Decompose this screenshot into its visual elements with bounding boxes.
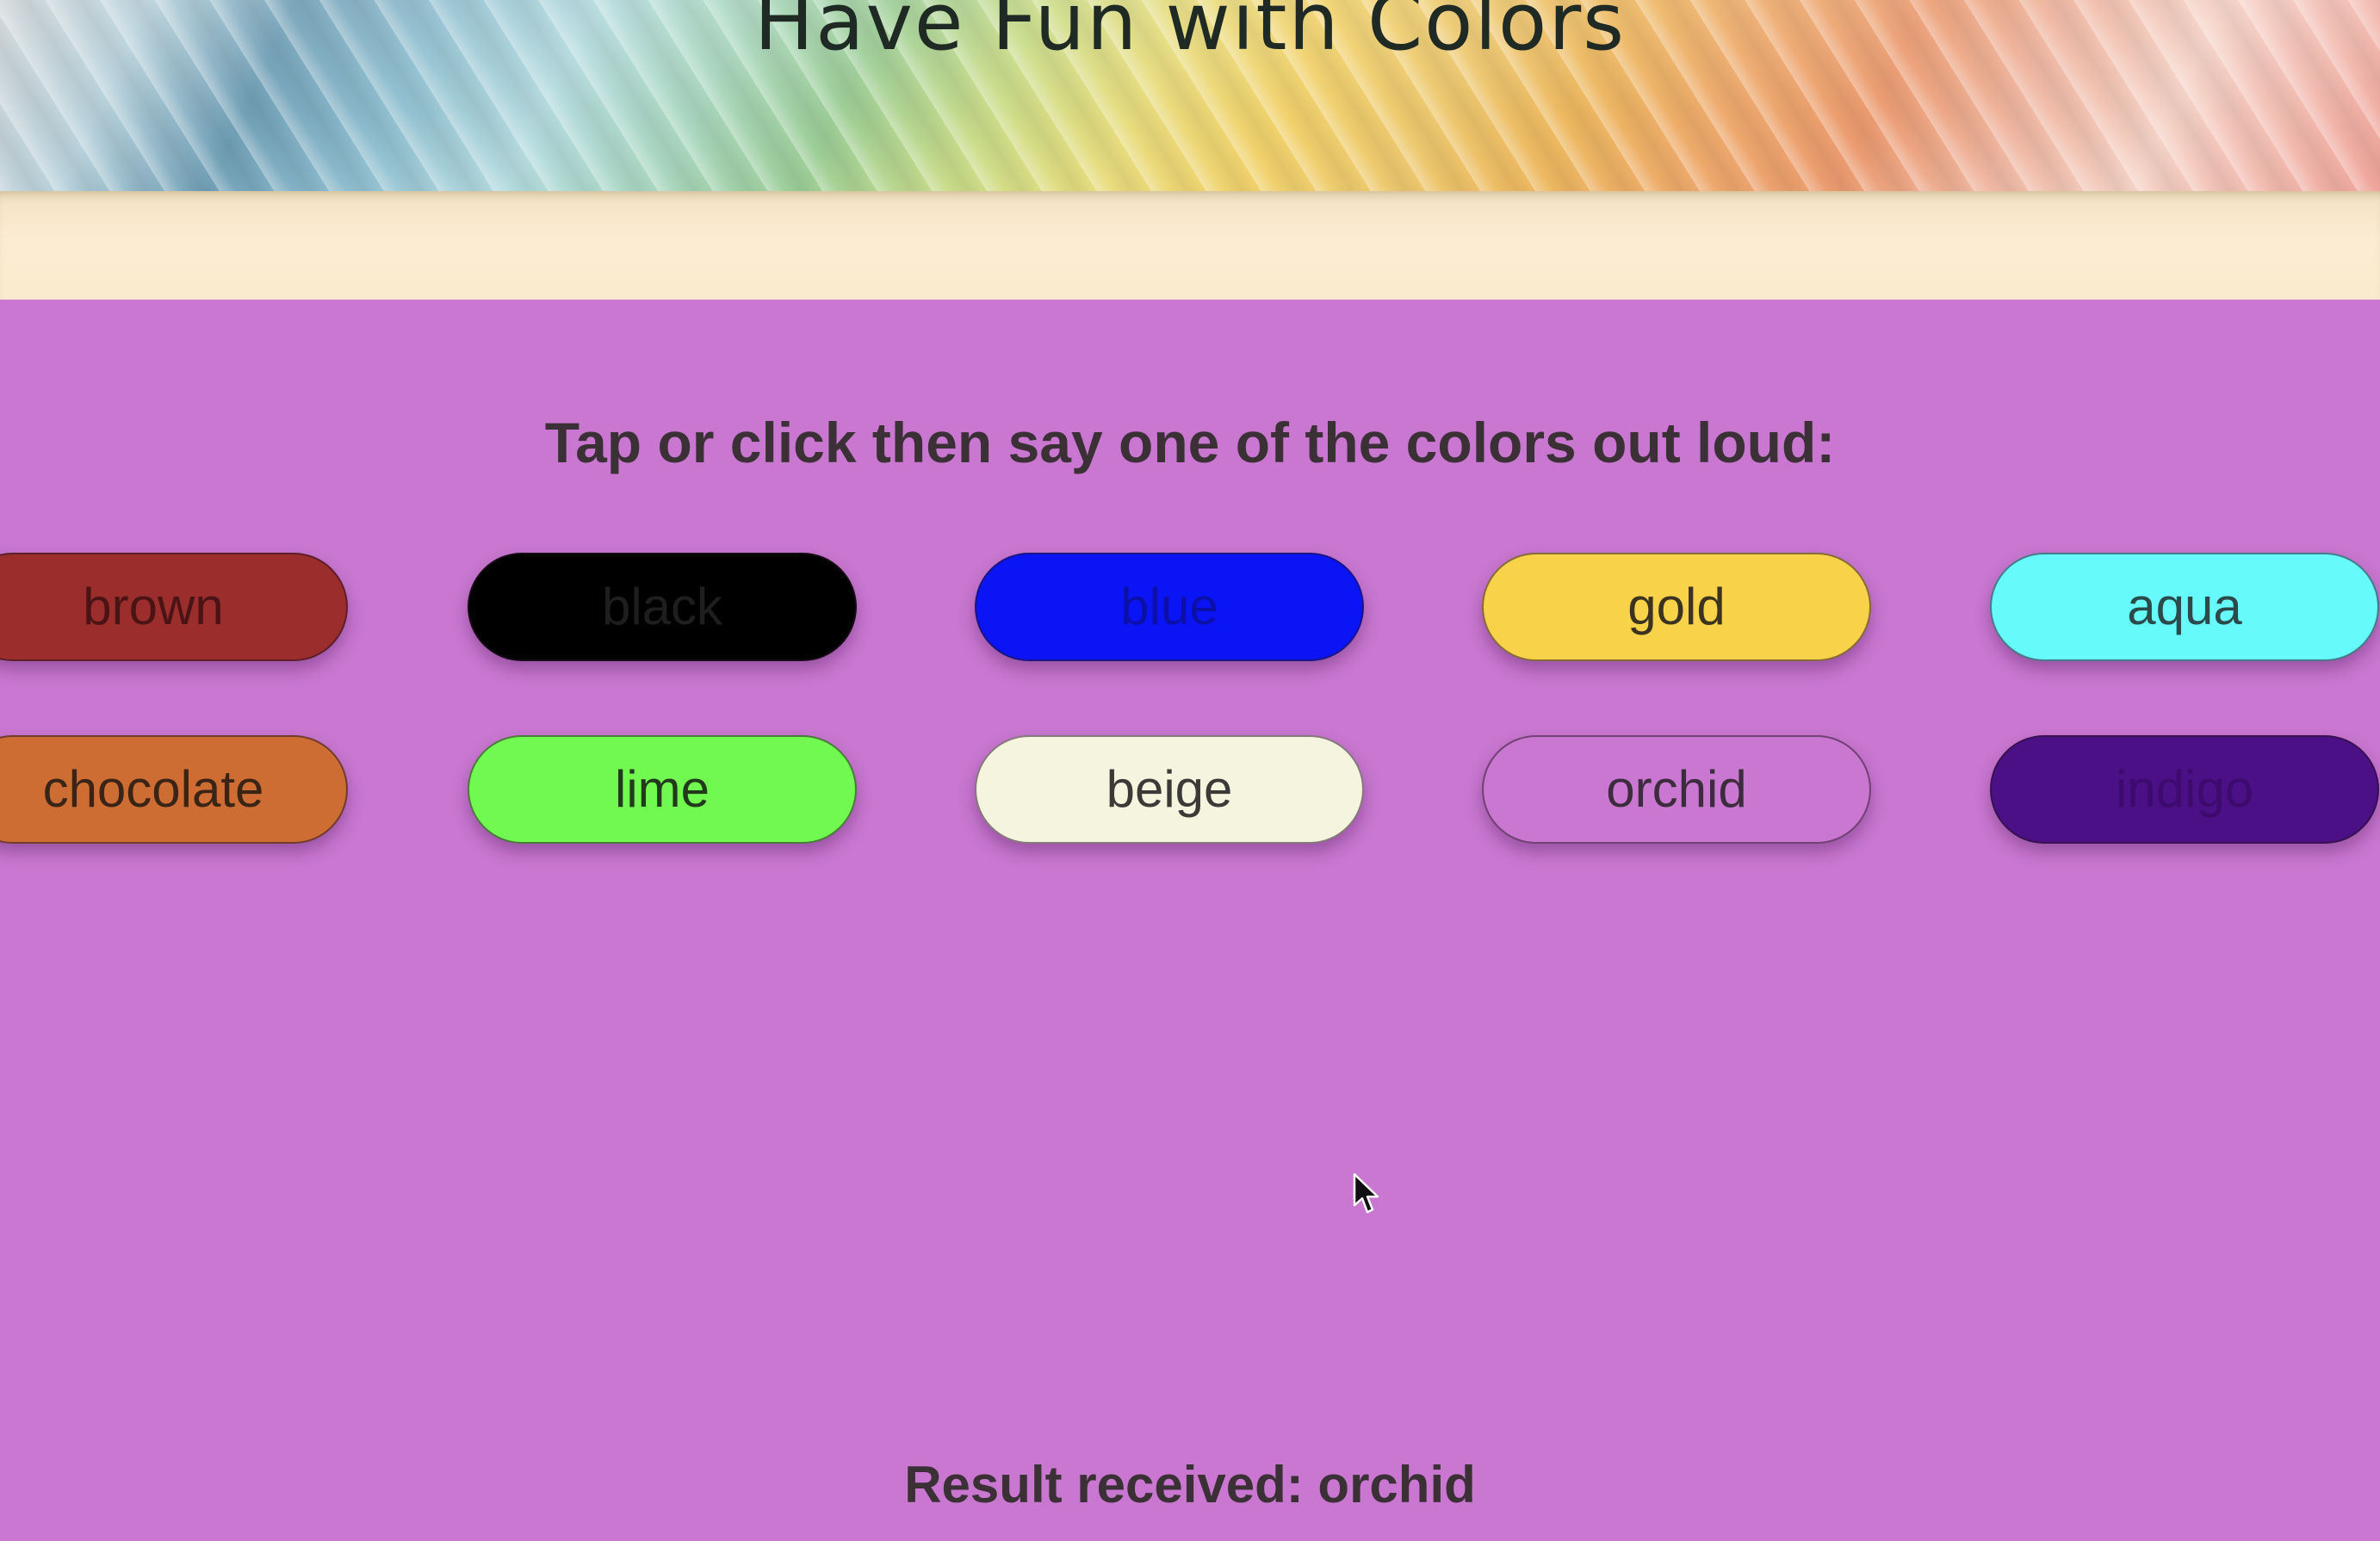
color-button-aqua[interactable]: aqua [1990,553,2379,661]
color-button-lime[interactable]: lime [468,735,857,844]
color-button-chocolate[interactable]: chocolate [0,735,348,844]
mouse-pointer-icon [1353,1173,1379,1214]
color-button-indigo[interactable]: indigo [1990,735,2379,844]
app-page: Have Fun with Colors Tap or click then s… [0,0,2380,1541]
color-button-orchid[interactable]: orchid [1482,735,1871,844]
color-button-brown[interactable]: brown [0,553,348,661]
color-button-gold[interactable]: gold [1482,553,1871,661]
color-button-black[interactable]: black [468,553,857,661]
color-button-beige[interactable]: beige [975,735,1364,844]
result-text: Result received: orchid [904,1456,1476,1513]
color-button-blue[interactable]: blue [975,553,1364,661]
color-button-grid: brown black blue gold aqua chocolate lim… [0,0,2380,1541]
